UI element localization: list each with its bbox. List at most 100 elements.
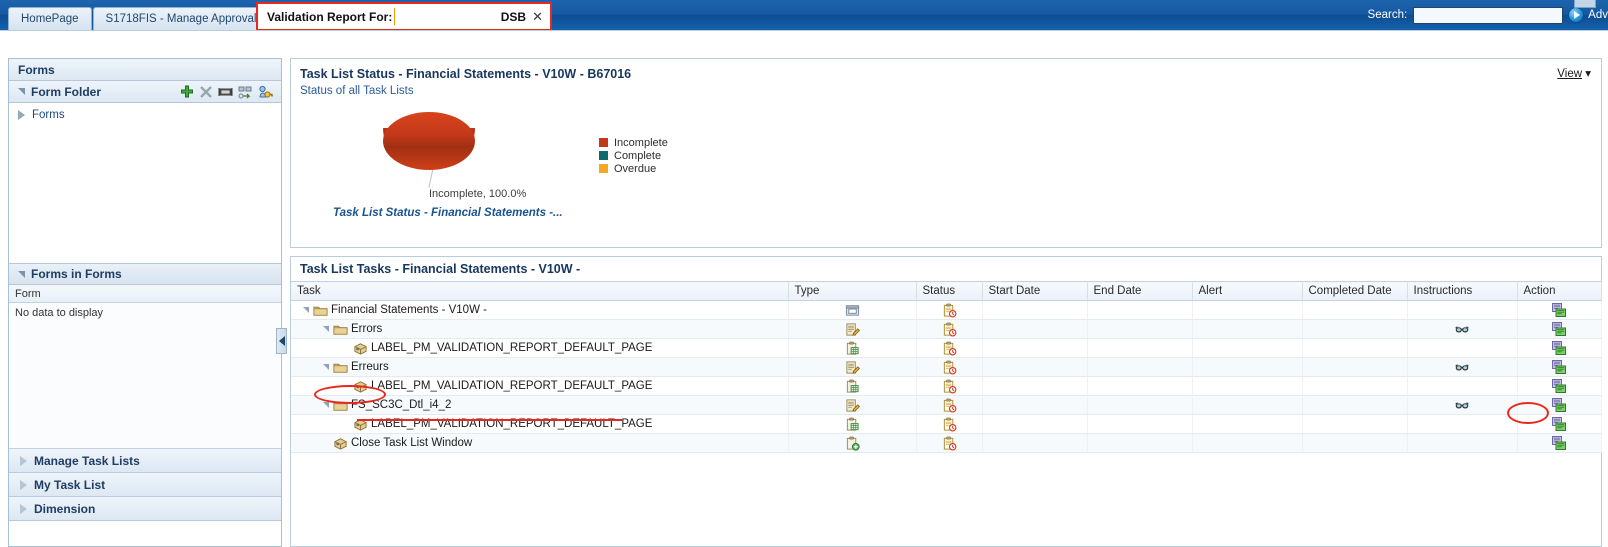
column-header-action[interactable]: Action — [1517, 281, 1602, 301]
launch-icon[interactable] — [1551, 359, 1567, 375]
chevron-right-icon[interactable] — [20, 503, 27, 514]
tab-homepage[interactable]: HomePage — [8, 7, 92, 30]
cell-action[interactable] — [1517, 395, 1602, 415]
task-edit-icon[interactable] — [845, 360, 860, 375]
launch-icon[interactable] — [1551, 378, 1567, 394]
cell-task[interactable]: LABEL_PM_VALIDATION_REPORT_DEFAULT_PAGE — [291, 414, 789, 434]
cell-type[interactable] — [788, 414, 917, 434]
cell-status[interactable] — [916, 376, 983, 396]
sidebar-item-my-task-list[interactable]: My Task List — [9, 473, 281, 497]
table-row[interactable]: Erreurs — [291, 357, 1602, 377]
chevron-down-icon[interactable] — [18, 270, 25, 278]
search-input[interactable] — [1413, 6, 1564, 24]
cell-action[interactable] — [1517, 376, 1602, 396]
status-pending-icon[interactable] — [942, 360, 957, 375]
cell-task[interactable]: LABEL_PM_VALIDATION_REPORT_DEFAULT_PAGE — [291, 376, 789, 396]
table-row[interactable]: LABEL_PM_VALIDATION_REPORT_DEFAULT_PAGE — [291, 414, 1602, 434]
column-header-start-date[interactable]: Start Date — [982, 281, 1088, 301]
table-row[interactable]: LABEL_PM_VALIDATION_REPORT_DEFAULT_PAGE — [291, 376, 1602, 396]
cell-instructions[interactable] — [1407, 433, 1518, 453]
form-type-icon[interactable] — [845, 341, 860, 356]
launch-icon[interactable] — [1551, 435, 1567, 451]
cell-type[interactable] — [788, 357, 917, 377]
window-minimize-icon[interactable] — [1574, 0, 1596, 8]
launch-icon[interactable] — [1551, 416, 1567, 432]
cell-status[interactable] — [916, 300, 983, 320]
chevron-right-icon[interactable] — [18, 110, 25, 120]
forms-in-forms-header[interactable]: Forms in Forms — [9, 263, 281, 285]
cell-status[interactable] — [916, 414, 983, 434]
tree-node-forms[interactable]: Forms — [15, 109, 281, 121]
launch-icon[interactable] — [1551, 397, 1567, 413]
cell-task[interactable]: Errors — [291, 319, 789, 339]
cell-instructions[interactable] — [1407, 338, 1518, 358]
tab-manage-approvals[interactable]: S1718FIS - Manage Approvals — [92, 7, 276, 30]
task-edit-icon[interactable] — [845, 398, 860, 413]
sidebar-splitter[interactable] — [276, 328, 287, 354]
column-header-alert[interactable]: Alert — [1192, 281, 1303, 301]
cell-instructions[interactable] — [1407, 395, 1518, 415]
cell-task[interactable]: Erreurs — [291, 357, 789, 377]
cell-type[interactable] — [788, 319, 917, 339]
column-header-instructions[interactable]: Instructions — [1407, 281, 1518, 301]
cell-status[interactable] — [916, 319, 983, 339]
cell-type[interactable] — [788, 300, 917, 320]
cell-task[interactable]: LABEL_PM_VALIDATION_REPORT_DEFAULT_PAGE — [291, 338, 789, 358]
collapse-left-icon[interactable] — [278, 336, 285, 346]
form-type-icon[interactable] — [845, 379, 860, 394]
cell-action[interactable] — [1517, 300, 1602, 320]
task-edit-icon[interactable] — [845, 322, 860, 337]
sidebar-item-manage-task-lists[interactable]: Manage Task Lists — [9, 449, 281, 473]
cell-action[interactable] — [1517, 433, 1602, 453]
cell-instructions[interactable] — [1407, 319, 1518, 339]
window-type-icon[interactable] — [845, 303, 860, 318]
column-header-type[interactable]: Type — [788, 281, 917, 301]
instructions-icon[interactable] — [1454, 322, 1470, 337]
expander-icon[interactable] — [323, 402, 329, 408]
go-arrow-icon[interactable] — [1568, 7, 1585, 23]
rename-icon[interactable] — [218, 85, 233, 99]
status-pending-icon[interactable] — [942, 436, 957, 451]
cell-task[interactable]: Close Task List Window — [291, 433, 789, 453]
cell-task[interactable]: Financial Statements - V10W - — [291, 300, 789, 320]
expander-icon[interactable] — [323, 364, 329, 370]
column-header-status[interactable]: Status — [916, 281, 983, 301]
cell-instructions[interactable] — [1407, 414, 1518, 434]
cell-type[interactable] — [788, 376, 917, 396]
chevron-right-icon[interactable] — [20, 455, 27, 466]
status-pending-icon[interactable] — [942, 417, 957, 432]
instructions-icon[interactable] — [1454, 360, 1470, 375]
form-type-icon[interactable] — [845, 417, 860, 432]
chevron-down-icon[interactable] — [18, 88, 25, 95]
expander-icon[interactable] — [303, 307, 309, 313]
status-pending-icon[interactable] — [942, 303, 957, 318]
column-header-end-date[interactable]: End Date — [1087, 281, 1193, 301]
legend-item-complete[interactable]: Complete — [599, 149, 668, 162]
view-menu-button[interactable]: View ▾ — [1557, 66, 1591, 80]
cell-type[interactable] — [788, 395, 917, 415]
cell-status[interactable] — [916, 433, 983, 453]
advanced-search-link[interactable]: Adv — [1588, 9, 1608, 21]
permissions-icon[interactable] — [258, 85, 273, 99]
column-header-completed-date[interactable]: Completed Date — [1302, 281, 1408, 301]
cell-instructions[interactable] — [1407, 300, 1518, 320]
legend-item-overdue[interactable]: Overdue — [599, 162, 668, 175]
cell-action[interactable] — [1517, 357, 1602, 377]
cell-status[interactable] — [916, 338, 983, 358]
expander-icon[interactable] — [323, 326, 329, 332]
cell-instructions[interactable] — [1407, 357, 1518, 377]
cell-type[interactable] — [788, 433, 917, 453]
table-row[interactable]: Financial Statements - V10W - — [291, 300, 1602, 320]
cell-task[interactable]: FS_SC3C_Dtl_i4_2 — [291, 395, 789, 415]
launch-icon[interactable] — [1551, 321, 1567, 337]
cell-action[interactable] — [1517, 319, 1602, 339]
launch-icon[interactable] — [1551, 302, 1567, 318]
tab-validation-report-active[interactable]: Validation Report For: DSB ✕ — [256, 2, 552, 31]
move-icon[interactable] — [238, 85, 253, 99]
add-icon[interactable] — [180, 85, 194, 99]
table-row[interactable]: FS_SC3C_Dtl_i4_2 — [291, 395, 1602, 415]
instructions-icon[interactable] — [1454, 398, 1470, 413]
delete-icon[interactable] — [199, 85, 213, 99]
form-folder-panel-header[interactable]: Form Folder — [9, 81, 281, 103]
cell-status[interactable] — [916, 357, 983, 377]
